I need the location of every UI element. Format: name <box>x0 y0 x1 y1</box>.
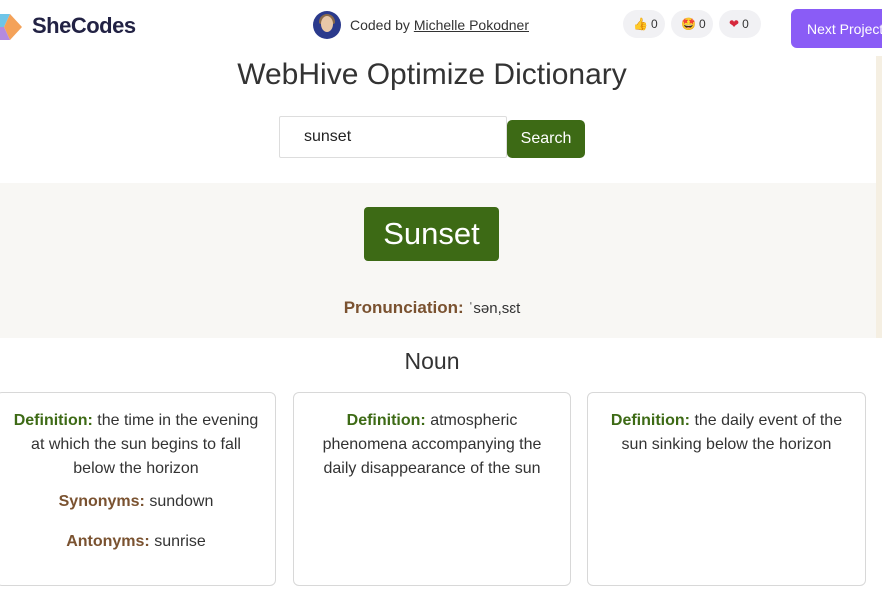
antonyms-label: Antonyms: <box>66 533 150 550</box>
scroll-edge <box>876 56 882 338</box>
definition-card: Definition: atmospheric phenomena accomp… <box>293 392 571 586</box>
definition-label: Definition: <box>610 412 690 429</box>
credit-prefix: Coded by <box>350 17 410 33</box>
definition-card: Definition: the daily event of the sun s… <box>587 392 866 586</box>
definition: Definition: the daily event of the sun s… <box>602 409 851 457</box>
pronunciation-value: ˈsən,sɛt <box>468 300 521 317</box>
definition: Definition: atmospheric phenomena accomp… <box>308 409 556 481</box>
reaction-heart[interactable]: ❤ 0 <box>719 10 761 38</box>
page-title: WebHive Optimize Dictionary <box>237 58 627 91</box>
reaction-thumbs-up[interactable]: 👍 0 <box>623 10 665 38</box>
reaction-count: 0 <box>698 17 706 31</box>
reaction-count: 0 <box>650 17 658 31</box>
star-struck-icon: 🤩 <box>681 17 696 31</box>
search-button[interactable]: Search <box>507 120 585 158</box>
definition: Definition: the time in the evening at w… <box>11 409 261 481</box>
part-of-speech: Noun <box>404 348 460 374</box>
author-credit: Coded by Michelle Pokodner <box>350 17 529 33</box>
antonyms: Antonyms: sunrise <box>11 530 261 554</box>
antonyms-text: sunrise <box>154 533 206 550</box>
reaction-count: 0 <box>742 17 749 31</box>
top-bar: SheCodes Coded by Michelle Pokodner 👍 0 … <box>0 0 882 56</box>
word-heading: Sunset <box>364 207 499 261</box>
next-project-button[interactable]: Next Project <box>791 9 882 48</box>
author-avatar <box>313 11 341 39</box>
pronunciation: Pronunciation: ˈsən,sɛt <box>0 298 864 318</box>
pronunciation-label: Pronunciation: <box>343 298 464 317</box>
synonyms-text: sundown <box>149 493 214 510</box>
reaction-star-struck[interactable]: 🤩 0 <box>671 10 713 38</box>
search-input[interactable] <box>279 116 507 158</box>
definition-label: Definition: <box>346 412 426 429</box>
page: SheCodes Coded by Michelle Pokodner 👍 0 … <box>0 0 882 604</box>
brand-name[interactable]: SheCodes <box>32 13 136 39</box>
synonyms-label: Synonyms: <box>58 493 145 510</box>
heart-icon: ❤ <box>729 17 740 31</box>
shecodes-logo-icon[interactable] <box>0 10 26 44</box>
synonyms: Synonyms: sundown <box>11 490 261 514</box>
definition-label: Definition: <box>13 412 93 429</box>
author-link[interactable]: Michelle Pokodner <box>414 17 529 33</box>
thumbs-up-icon: 👍 <box>633 17 648 31</box>
definition-card: Definition: the time in the evening at w… <box>0 392 276 586</box>
